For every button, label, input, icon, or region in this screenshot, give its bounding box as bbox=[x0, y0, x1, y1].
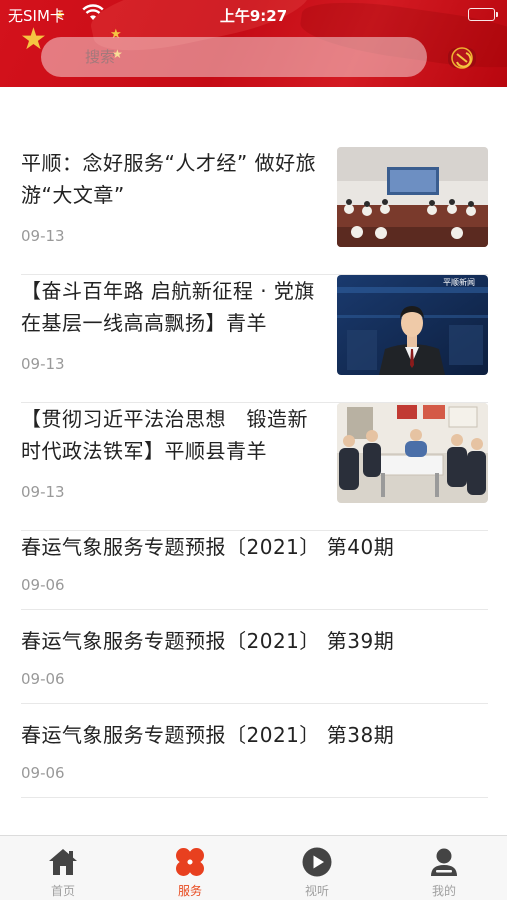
thumb-caption: 平顺新闻 bbox=[443, 277, 475, 287]
list-item[interactable]: 春运气象服务专题预报〔2021〕 第39期 09-06 bbox=[0, 625, 507, 719]
tab-label: 首页 bbox=[50, 884, 75, 898]
news-thumbnail[interactable] bbox=[337, 403, 488, 503]
divider bbox=[21, 703, 488, 704]
news-date: 09-06 bbox=[21, 576, 65, 594]
clock: 上午9:27 bbox=[219, 7, 288, 25]
news-title[interactable]: 【奋斗百年路 启航新征程 · 党旗在基层一线高高飘扬】青羊 bbox=[21, 275, 321, 339]
search-bar[interactable] bbox=[41, 37, 427, 77]
party-emblem-icon[interactable] bbox=[446, 42, 478, 72]
status-bar: 无SIM卡 上午9:27 bbox=[0, 2, 507, 26]
tab-home[interactable]: 首页 bbox=[0, 836, 126, 900]
divider bbox=[21, 797, 488, 798]
list-item[interactable]: 【奋斗百年路 启航新征程 · 党旗在基层一线高高飘扬】青羊 09-13 平顺新闻 bbox=[0, 275, 507, 403]
news-date: 09-13 bbox=[21, 355, 65, 373]
news-title[interactable]: 春运气象服务专题预报〔2021〕 第38期 bbox=[21, 719, 481, 751]
news-date: 09-06 bbox=[21, 764, 65, 782]
home-icon bbox=[47, 846, 79, 878]
list-item[interactable]: 春运气象服务专题预报〔2021〕 第40期 09-06 bbox=[0, 531, 507, 625]
list-item[interactable]: 春运气象服务专题预报〔2021〕 第38期 09-06 bbox=[0, 719, 507, 813]
tab-label: 我的 bbox=[431, 884, 456, 898]
tab-label: 视听 bbox=[304, 884, 329, 898]
search-input[interactable] bbox=[41, 37, 427, 77]
news-title[interactable]: 春运气象服务专题预报〔2021〕 第40期 bbox=[21, 531, 481, 563]
news-thumbnail[interactable]: 平顺新闻 bbox=[337, 275, 488, 375]
app-screen: ★ ★ ★ ★ 无SIM卡 上午9:27 搜索 平顺：念好服务“人才经” 做好旅… bbox=[0, 0, 507, 900]
news-date: 09-13 bbox=[21, 483, 65, 501]
play-icon bbox=[301, 846, 333, 878]
bottom-tab-bar: 首页 服务 视听 我的 bbox=[0, 835, 507, 900]
news-thumbnail[interactable] bbox=[337, 147, 488, 247]
clover-icon bbox=[174, 846, 206, 878]
user-icon bbox=[428, 846, 460, 878]
news-title[interactable]: 平顺：念好服务“人才经” 做好旅游“大文章” bbox=[21, 147, 321, 211]
tab-mine[interactable]: 我的 bbox=[381, 836, 507, 900]
list-item[interactable]: 【贯彻习近平法治思想 锻造新时代政法铁军】平顺县青羊 09-13 bbox=[0, 403, 507, 531]
divider bbox=[21, 609, 488, 610]
news-date: 09-06 bbox=[21, 670, 65, 688]
header-banner: ★ ★ ★ ★ 无SIM卡 上午9:27 bbox=[0, 0, 507, 87]
tab-media[interactable]: 视听 bbox=[254, 836, 380, 900]
news-date: 09-13 bbox=[21, 227, 65, 245]
news-title[interactable]: 春运气象服务专题预报〔2021〕 第39期 bbox=[21, 625, 481, 657]
list-item[interactable]: 平顺：念好服务“人才经” 做好旅游“大文章” 09-13 bbox=[0, 147, 507, 275]
tab-label: 服务 bbox=[177, 884, 202, 898]
news-title[interactable]: 【贯彻习近平法治思想 锻造新时代政法铁军】平顺县青羊 bbox=[21, 403, 321, 467]
battery-icon bbox=[468, 8, 498, 21]
tab-service[interactable]: 服务 bbox=[127, 836, 253, 900]
